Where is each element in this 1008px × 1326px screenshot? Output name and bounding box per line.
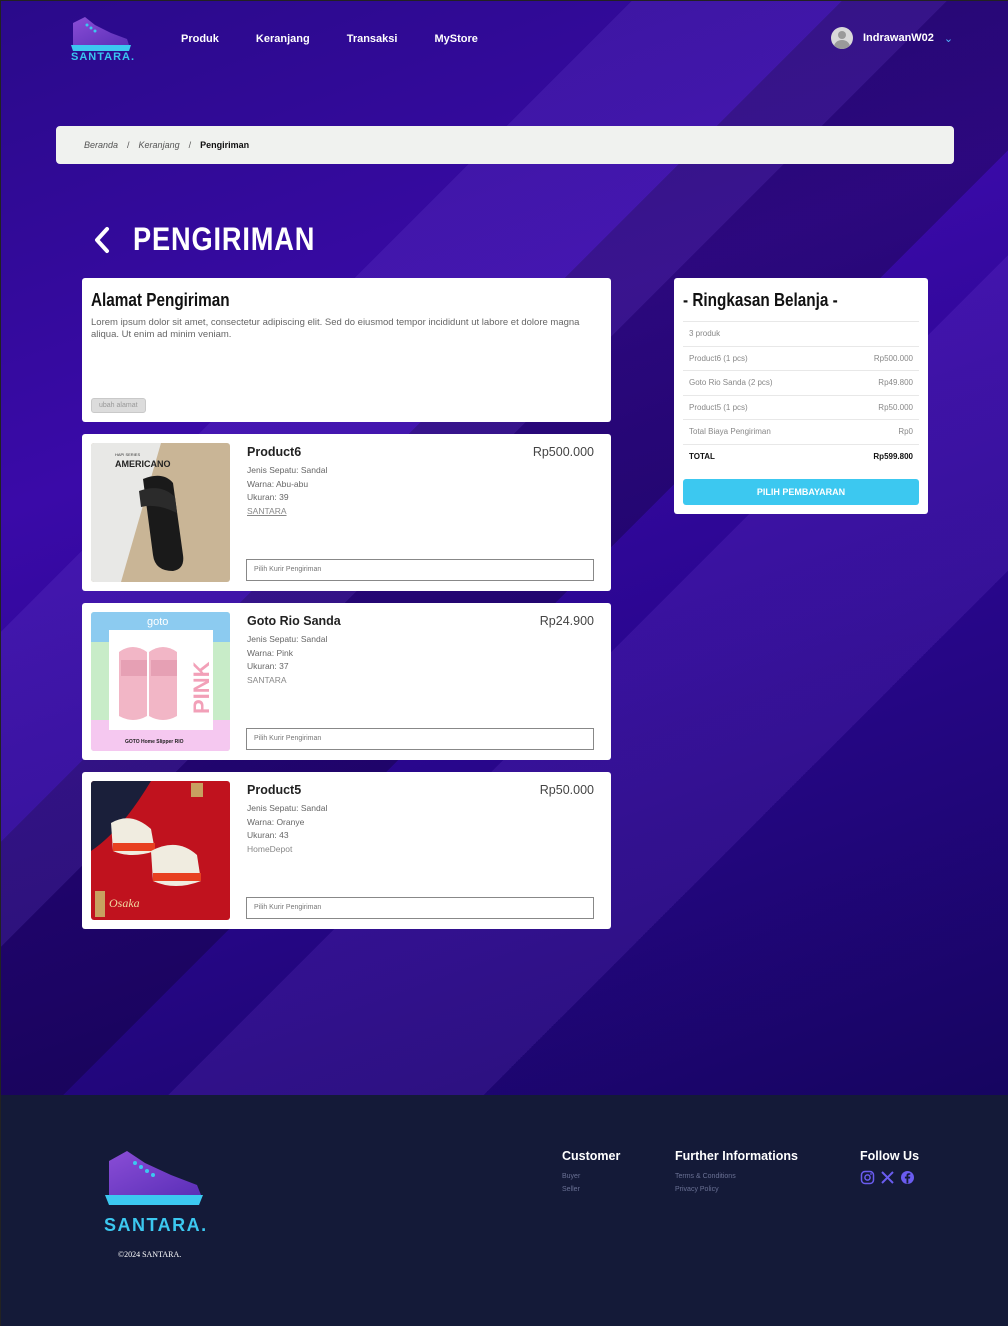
summary-row-label: Product5 (1 pcs) (689, 402, 748, 412)
summary-card: - Ringkasan Belanja - 3 produk Product6 … (674, 278, 928, 514)
product-size: Ukuran: 37 (247, 661, 289, 671)
change-address-button[interactable]: ubah alamat (91, 398, 146, 413)
product-image-label: AMERICANO (115, 459, 171, 469)
back-arrow-icon[interactable] (91, 225, 113, 255)
footer-santara-logo[interactable] (101, 1149, 205, 1215)
product-size: Ukuran: 39 (247, 492, 289, 502)
product-card: goto PINK GOTO Home Slipper RIO Goto Rio… (82, 603, 611, 760)
breadcrumb: Beranda / Keranjang / Pengiriman (56, 126, 954, 164)
product-type: Jenis Sepatu: Sandal (247, 803, 328, 813)
summary-row-label: Total Biaya Pengiriman (689, 427, 771, 437)
footer-link-seller[interactable]: Seller (562, 1183, 620, 1196)
product-info: Jenis Sepatu: Sandal Warna: Pink Ukuran:… (247, 633, 327, 687)
product-image: Osaka (91, 781, 230, 920)
nav-item-keranjang[interactable]: Keranjang (256, 33, 310, 45)
breadcrumb-separator: / (188, 140, 192, 150)
product-image-sub: HAPI SERIES (115, 452, 140, 457)
address-card: Alamat Pengiriman Lorem ipsum dolor sit … (82, 278, 611, 422)
product-type: Jenis Sepatu: Sandal (247, 634, 328, 644)
product-name: Product6 (247, 445, 302, 459)
product-info: Jenis Sepatu: Sandal Warna: Abu-abu Ukur… (247, 464, 327, 518)
summary-row-value: Rp500.000 (873, 353, 913, 363)
facebook-icon[interactable] (900, 1170, 915, 1185)
page-header: PENGIRIMAN (91, 221, 347, 258)
courier-select[interactable]: Pilih Kurir Pengiriman (246, 728, 594, 750)
summary-total-row: TOTAL Rp599.800 (683, 445, 919, 470)
address-heading: Alamat Pengiriman (91, 290, 230, 310)
breadcrumb-beranda[interactable]: Beranda (84, 140, 118, 150)
summary-row: Product5 (1 pcs) Rp50.000 (683, 396, 919, 420)
nav-item-mystore[interactable]: MyStore (434, 33, 477, 45)
avatar[interactable] (831, 27, 853, 49)
summary-row-label: Product6 (1 pcs) (689, 353, 748, 363)
footer: SANTARA. ©2024 SANTARA. Customer Buyer S… (1, 1095, 1008, 1326)
product-name: Product5 (247, 783, 302, 797)
summary-row: Product6 (1 pcs) Rp500.000 (683, 347, 919, 371)
product-image-caption: GOTO Home Slipper RIO (125, 739, 184, 745)
summary-list: 3 produk Product6 (1 pcs) Rp500.000 Goto… (683, 321, 919, 469)
choose-payment-button[interactable]: PILIH PEMBAYARAN (683, 479, 919, 505)
footer-link-terms[interactable]: Terms & Conditions (675, 1170, 798, 1183)
product-image: HAPI SERIES AMERICANO (91, 443, 230, 582)
courier-select[interactable]: Pilih Kurir Pengiriman (246, 559, 594, 581)
footer-link-buyer[interactable]: Buyer (562, 1170, 620, 1183)
product-info: Jenis Sepatu: Sandal Warna: Oranye Ukura… (247, 802, 327, 856)
page-title: PENGIRIMAN (133, 221, 316, 257)
instagram-icon[interactable] (860, 1170, 875, 1185)
footer-customer-column: Customer Buyer Seller (562, 1149, 620, 1196)
product-type: Jenis Sepatu: Sandal (247, 465, 328, 475)
product-image-label: goto (147, 616, 168, 628)
product-color: Warna: Pink (247, 647, 293, 658)
product-image-side: PINK (189, 661, 214, 714)
summary-row-label: Goto Rio Sanda (2 pcs) (689, 378, 773, 388)
summary-row-value: Rp49.800 (878, 378, 913, 388)
product-store-link[interactable]: HomeDepot (247, 843, 327, 857)
product-store-link[interactable]: SANTARA (247, 674, 327, 688)
address-text: Lorem ipsum dolor sit amet, consectetur … (91, 317, 580, 340)
product-store-link[interactable]: SANTARA (247, 505, 327, 519)
product-image-label: Osaka (109, 896, 140, 910)
summary-row: Total Biaya Pengiriman Rp0 (683, 420, 919, 445)
main-nav: Produk Keranjang Transaksi MyStore (181, 33, 515, 45)
summary-title: - Ringkasan Belanja - (683, 290, 838, 310)
breadcrumb-keranjang[interactable]: Keranjang (139, 140, 180, 150)
nav-item-produk[interactable]: Produk (181, 33, 219, 45)
username[interactable]: IndrawanW02 (863, 32, 934, 44)
summary-row-value: Rp50.000 (878, 402, 913, 412)
footer-logo-text: SANTARA. (104, 1215, 208, 1235)
breadcrumb-current: Pengiriman (200, 140, 250, 150)
copyright: ©2024 SANTARA. (118, 1250, 182, 1259)
footer-link-privacy[interactable]: Privacy Policy (675, 1183, 798, 1196)
summary-total-label: TOTAL (689, 452, 715, 462)
product-color: Warna: Oranye (247, 816, 305, 827)
product-price: Rp500.000 (532, 445, 594, 459)
product-image: goto PINK GOTO Home Slipper RIO (91, 612, 230, 751)
summary-row-label: 3 produk (689, 329, 721, 339)
product-card: Osaka Product5 Rp50.000 Jenis Sepatu: Sa… (82, 772, 611, 929)
product-card: HAPI SERIES AMERICANO Product6 Rp500.000… (82, 434, 611, 591)
summary-row: Goto Rio Sanda (2 pcs) Rp49.800 (683, 371, 919, 396)
footer-follow-heading: Follow Us (860, 1149, 920, 1163)
footer-further-heading: Further Informations (675, 1149, 798, 1163)
x-icon[interactable] (880, 1170, 895, 1185)
product-color: Warna: Abu-abu (247, 478, 309, 489)
user-menu[interactable]: IndrawanW02 ⌄ (831, 27, 953, 49)
summary-row-value: Rp0 (898, 427, 913, 437)
product-size: Ukuran: 43 (247, 830, 289, 840)
summary-total-value: Rp599.800 (873, 452, 913, 462)
logo-text: SANTARA. (71, 51, 136, 63)
product-name: Goto Rio Sanda (247, 614, 341, 628)
breadcrumb-separator: / (127, 140, 130, 150)
product-price: Rp24.900 (539, 614, 594, 628)
footer-customer-heading: Customer (562, 1149, 621, 1163)
chevron-down-icon[interactable]: ⌄ (944, 32, 953, 45)
courier-select[interactable]: Pilih Kurir Pengiriman (246, 897, 594, 919)
footer-further-column: Further Informations Terms & Conditions … (675, 1149, 798, 1196)
footer-follow-column: Follow Us (860, 1149, 919, 1185)
social-icons (860, 1170, 919, 1185)
nav-item-transaksi[interactable]: Transaksi (347, 33, 398, 45)
product-price: Rp50.000 (539, 783, 594, 797)
summary-row: 3 produk (683, 322, 919, 347)
